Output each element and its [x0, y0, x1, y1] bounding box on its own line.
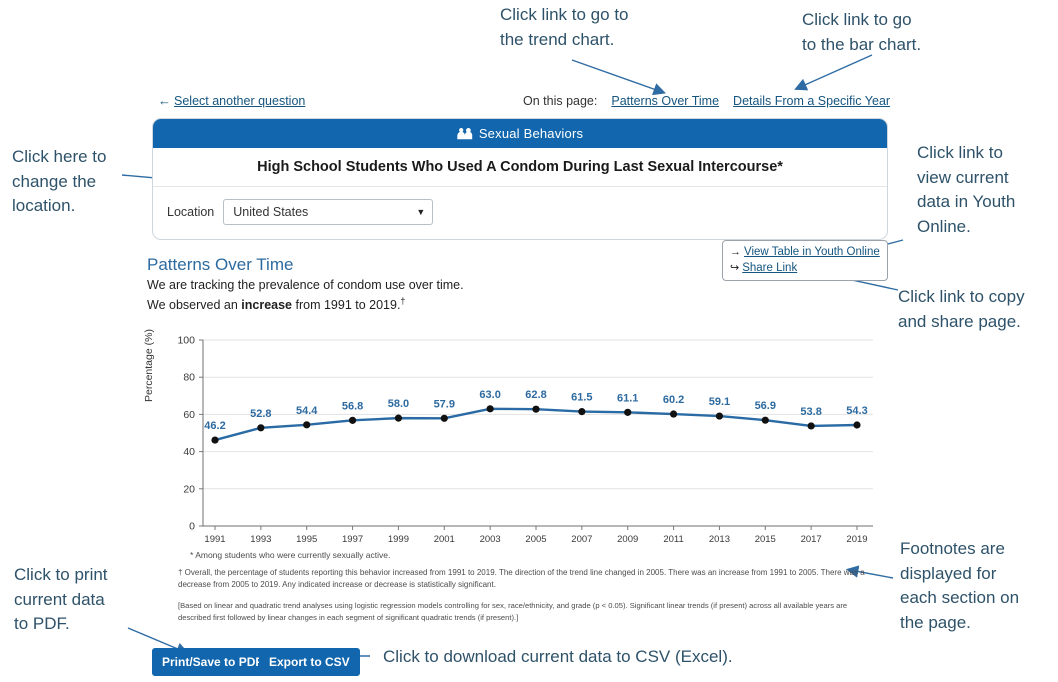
section-line2-post: from 1991 to 2019. [292, 298, 401, 313]
section-line2-pre: We observed an [147, 298, 242, 313]
card-header: Sexual Behaviors [153, 119, 887, 148]
section-line2-bold: increase [241, 298, 293, 313]
svg-text:60: 60 [183, 409, 195, 421]
location-select-value: United States [233, 205, 309, 219]
annotation-location: Click here to change the location. [12, 147, 107, 216]
svg-text:62.8: 62.8 [525, 389, 546, 401]
svg-text:20: 20 [183, 483, 195, 495]
svg-text:2017: 2017 [801, 534, 822, 545]
svg-text:2013: 2013 [709, 534, 730, 545]
select-another-question-link[interactable]: Select another question [174, 94, 305, 108]
chart-canvas: 0 20 40 60 80 100 1991 1993 1995 1997 1999 2001 2003… [177, 335, 873, 545]
on-this-page-label: On this page: [523, 94, 598, 108]
svg-text:2015: 2015 [755, 534, 776, 545]
question-card: Sexual Behaviors High School Students Wh… [152, 118, 888, 240]
annotation-trend-chart: Click link to go to the trend chart. [500, 5, 629, 49]
svg-text:56.8: 56.8 [342, 400, 363, 412]
svg-text:60.2: 60.2 [663, 394, 684, 406]
svg-text:2007: 2007 [571, 534, 592, 545]
export-csv-button[interactable]: Export to CSV [259, 648, 360, 676]
svg-text:2011: 2011 [663, 534, 683, 545]
annotation-youth-online: Click link to view current data in Youth On… [917, 143, 1016, 236]
svg-text:100: 100 [177, 335, 195, 347]
svg-text:80: 80 [183, 372, 195, 384]
card-header-label: Sexual Behaviors [478, 126, 584, 141]
svg-text:61.1: 61.1 [617, 392, 638, 404]
svg-text:1999: 1999 [388, 534, 409, 545]
utility-link-box: → View Table in Youth Online ↪ Share Link [722, 240, 888, 281]
back-arrow-icon: ← [158, 93, 171, 108]
link-details-specific-year[interactable]: Details From a Specific Year [733, 94, 890, 108]
page-title: High School Students Who Used A Condom D… [153, 148, 887, 187]
section-line-1: We are tracking the prevalence of condom… [147, 278, 464, 292]
svg-text:2019: 2019 [846, 534, 867, 545]
on-this-page: On this page: Patterns Over Time Details F… [523, 94, 890, 108]
section-title: Patterns Over Time [147, 255, 294, 274]
svg-text:1995: 1995 [296, 534, 317, 545]
svg-text:40: 40 [183, 446, 195, 458]
svg-text:52.8: 52.8 [250, 408, 271, 420]
footnote-1: * Among students who were currently sexu… [190, 550, 391, 560]
back-link-wrapper[interactable]: ← Select another question [158, 93, 305, 108]
section-line-2: We observed an increase from 1991 to 201… [147, 293, 464, 313]
svg-text:2001: 2001 [434, 534, 455, 545]
dagger-symbol: † [400, 296, 406, 306]
share-icon: ↪ [730, 262, 740, 274]
svg-text:57.9: 57.9 [434, 398, 455, 410]
chart-y-axis-label: Percentage (%) [143, 329, 155, 402]
svg-text:58.0: 58.0 [388, 398, 409, 410]
svg-text:2003: 2003 [480, 534, 501, 545]
annotation-share: Click link to copy and share page. [898, 287, 1025, 331]
chevron-down-icon: ▼ [416, 207, 426, 217]
annotation-csv: Click to download current data to CSV (E… [383, 647, 733, 666]
location-label: Location [167, 205, 215, 219]
link-patterns-over-time[interactable]: Patterns Over Time [611, 94, 719, 108]
people-icon [457, 127, 473, 140]
svg-text:0: 0 [189, 521, 195, 533]
print-save-pdf-button[interactable]: Print/Save to PDF [152, 648, 273, 676]
annotation-footnotes: Footnotes are displayed for each section o… [900, 539, 1020, 632]
svg-text:46.2: 46.2 [204, 420, 225, 432]
arrow-right-icon: → [730, 246, 741, 258]
section-description: We are tracking the prevalence of condom… [147, 277, 464, 313]
svg-text:1993: 1993 [250, 534, 271, 545]
svg-text:54.4: 54.4 [296, 405, 318, 417]
svg-text:59.1: 59.1 [709, 396, 730, 408]
svg-text:1991: 1991 [204, 534, 225, 545]
location-select[interactable]: United States ▼ [223, 199, 434, 225]
trend-chart: Percentage (%) 0 20 40 60 80 100 1991 1993 1995 1… [143, 329, 887, 545]
svg-text:61.5: 61.5 [571, 392, 592, 404]
card-body: Location United States ▼ [153, 187, 887, 239]
share-row[interactable]: ↪ Share Link [730, 260, 880, 276]
svg-text:54.3: 54.3 [846, 405, 867, 417]
view-table-youth-online-link[interactable]: View Table in Youth Online [744, 246, 880, 258]
annotation-print: Click to print current data to PDF. [14, 565, 108, 634]
footnote-2: † Overall, the percentage of students re… [178, 568, 865, 589]
view-table-row[interactable]: → View Table in Youth Online [730, 244, 880, 260]
svg-text:53.8: 53.8 [800, 406, 821, 418]
svg-text:56.9: 56.9 [755, 400, 776, 412]
svg-text:2005: 2005 [525, 534, 546, 545]
svg-text:2009: 2009 [617, 534, 638, 545]
svg-text:63.0: 63.0 [479, 389, 500, 401]
footnote-3: [Based on linear and quadratic trend ana… [178, 601, 848, 622]
svg-text:1997: 1997 [342, 534, 363, 545]
annotation-bar-chart: Click link to go to the bar chart. [802, 10, 922, 54]
share-link[interactable]: Share Link [742, 262, 797, 274]
